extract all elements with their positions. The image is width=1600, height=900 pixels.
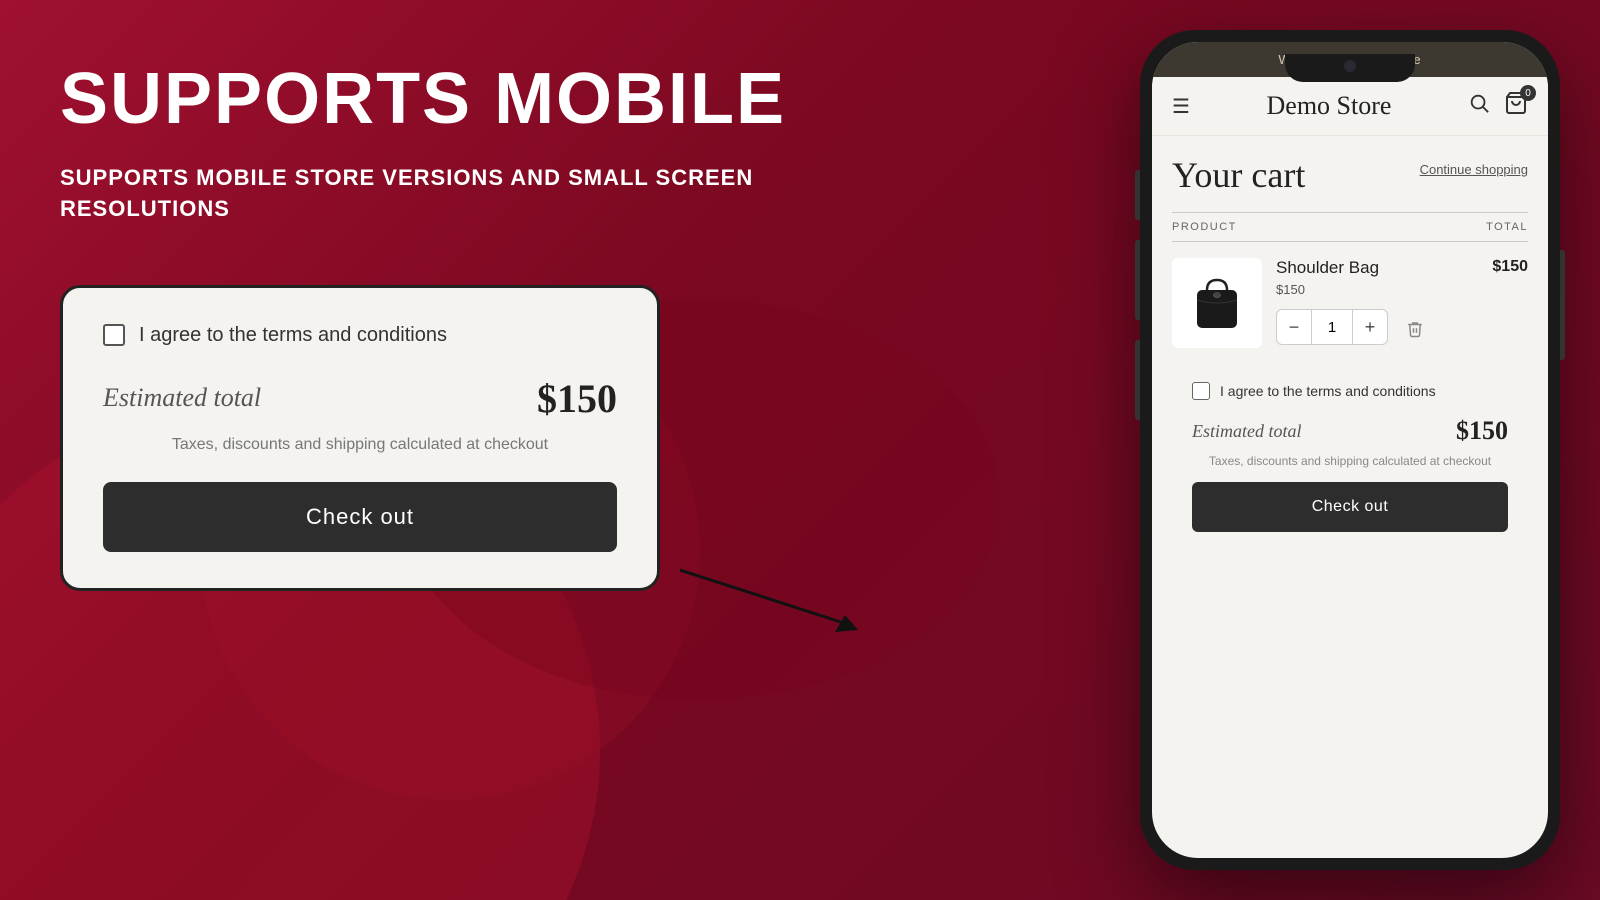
product-image (1172, 258, 1262, 348)
subtitle: SUPPORTS MOBILE STORE VERSIONS AND SMALL… (60, 163, 840, 225)
phone-notch-dot (1344, 60, 1356, 72)
card-estimated-total-label: Estimated total (103, 383, 261, 413)
phone-notch (1285, 54, 1415, 82)
phone-side-btn-right (1560, 250, 1565, 360)
continue-shopping-link[interactable]: Continue shopping (1420, 162, 1528, 177)
card-tax-note: Taxes, discounts and shipping calculated… (103, 436, 617, 454)
product-info: Shoulder Bag $150 − 1 + (1276, 258, 1478, 345)
main-title: SUPPORTS MOBILE (60, 60, 840, 139)
column-headers: PRODUCT TOTAL (1172, 212, 1528, 242)
phone-side-btn-2 (1135, 240, 1140, 320)
product-row: Shoulder Bag $150 − 1 + (1172, 258, 1528, 348)
quantity-display: 1 (1312, 309, 1352, 345)
cart-content-area: Your cart Continue shopping PRODUCT TOTA… (1152, 136, 1548, 857)
col-total-header: TOTAL (1486, 221, 1528, 233)
phone-frame: Welcome to our store ☰ Demo Store (1140, 30, 1560, 870)
mobile-total-row: Estimated total $150 (1192, 416, 1508, 446)
phone-mockup: Welcome to our store ☰ Demo Store (1140, 30, 1560, 870)
col-product-header: PRODUCT (1172, 221, 1237, 233)
product-row-total: $150 (1492, 258, 1528, 276)
nav-icon-group: 0 (1468, 91, 1528, 121)
mobile-tax-note: Taxes, discounts and shipping calculated… (1192, 454, 1508, 468)
mobile-estimated-total-label: Estimated total (1192, 421, 1302, 442)
card-checkout-button[interactable]: Check out (103, 482, 617, 552)
cart-title: Your cart (1172, 154, 1305, 196)
mobile-checkout-button[interactable]: Check out (1192, 482, 1508, 532)
mobile-checkbox-row: I agree to the terms and conditions (1192, 382, 1508, 400)
card-total-row: Estimated total $150 (103, 375, 617, 422)
delete-product-button[interactable] (1406, 320, 1424, 343)
hamburger-icon[interactable]: ☰ (1172, 94, 1190, 119)
zoom-card: I agree to the terms and conditions Esti… (60, 285, 660, 591)
mobile-cart-footer: I agree to the terms and conditions Esti… (1172, 366, 1528, 548)
phone-side-btn-3 (1135, 340, 1140, 420)
search-icon[interactable] (1468, 92, 1490, 120)
terms-checkbox[interactable] (103, 324, 125, 346)
quantity-decrease-button[interactable]: − (1276, 309, 1312, 345)
phone-side-btn-1 (1135, 170, 1140, 220)
mobile-terms-label: I agree to the terms and conditions (1220, 383, 1436, 399)
mobile-terms-checkbox[interactable] (1192, 382, 1210, 400)
product-unit-price: $150 (1276, 282, 1478, 297)
card-checkbox-row: I agree to the terms and conditions (103, 324, 617, 347)
quantity-controls: − 1 + (1276, 309, 1388, 345)
store-nav: ☰ Demo Store (1152, 77, 1548, 136)
card-estimated-total-amount: $150 (537, 375, 617, 422)
left-panel: SUPPORTS MOBILE SUPPORTS MOBILE STORE VE… (60, 60, 840, 591)
cart-badge: 0 (1520, 85, 1536, 101)
cart-icon[interactable]: 0 (1504, 91, 1528, 121)
store-name: Demo Store (1267, 91, 1392, 121)
phone-screen: Welcome to our store ☰ Demo Store (1152, 42, 1548, 858)
cart-header: Your cart Continue shopping (1172, 154, 1528, 196)
terms-checkbox-label: I agree to the terms and conditions (139, 324, 447, 347)
mobile-estimated-total-amount: $150 (1456, 416, 1508, 446)
quantity-increase-button[interactable]: + (1352, 309, 1388, 345)
product-name: Shoulder Bag (1276, 258, 1478, 278)
